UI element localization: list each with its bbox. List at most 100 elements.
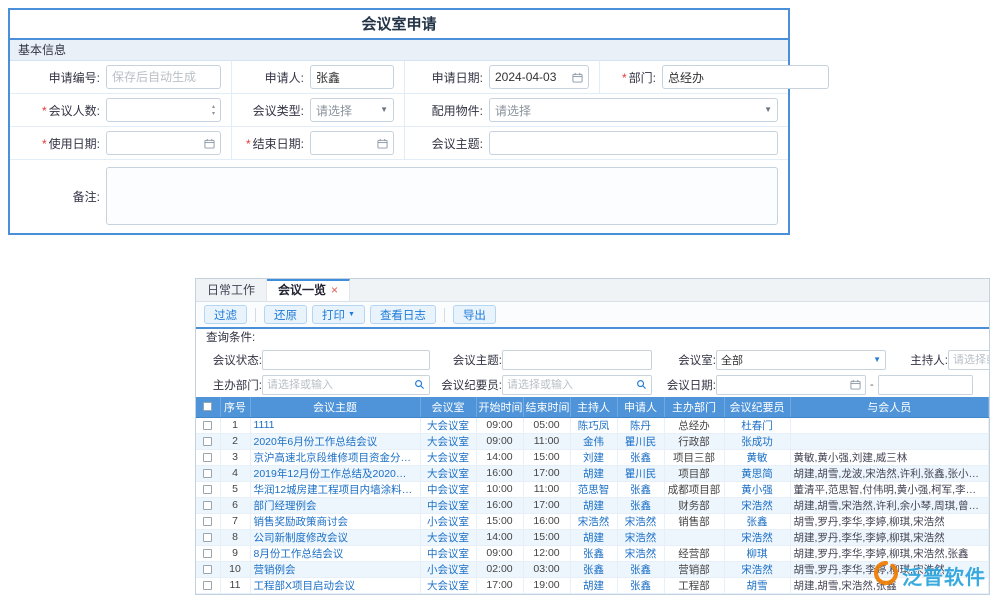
- search-icon[interactable]: [414, 379, 425, 390]
- meeting-subject-link[interactable]: 营销例会: [250, 561, 420, 577]
- meeting-subject-link[interactable]: 工程部X项目启动会议: [250, 577, 420, 593]
- export-button[interactable]: 导出: [453, 305, 496, 324]
- meeting-subject-field[interactable]: [502, 350, 652, 370]
- meeting-subject-link[interactable]: 部门第一次会议: [250, 593, 420, 595]
- column-header[interactable]: 开始时间: [476, 397, 523, 417]
- table-row[interactable]: 11111大会议室09:0005:00陈巧凤陈丹总经办杜春门: [196, 417, 989, 433]
- select-all-checkbox[interactable]: [203, 402, 212, 411]
- meeting-date-to-field[interactable]: [878, 375, 973, 395]
- department-cell: *部门:: [600, 61, 839, 93]
- search-icon[interactable]: [636, 379, 647, 390]
- host-input[interactable]: [953, 354, 990, 366]
- use-date-field[interactable]: [106, 131, 221, 155]
- subject-field[interactable]: [489, 131, 778, 155]
- meeting-date-from-input[interactable]: [721, 379, 850, 391]
- calendar-icon[interactable]: [850, 379, 861, 390]
- row-checkbox[interactable]: [203, 437, 212, 446]
- meeting-subject-link[interactable]: 1111: [250, 417, 420, 433]
- row-checkbox[interactable]: [203, 517, 212, 526]
- row-checkbox[interactable]: [203, 485, 212, 494]
- calendar-icon[interactable]: [572, 72, 583, 83]
- meeting-subject-link[interactable]: 华润12城房建工程项目内墙涂料工程投标会议: [250, 481, 420, 497]
- applicant-input[interactable]: [316, 66, 388, 88]
- tab-meeting-overview[interactable]: 会议一览×: [267, 279, 350, 301]
- host-dept-field[interactable]: [262, 375, 430, 395]
- chevron-up-icon[interactable]: ▴: [212, 104, 215, 110]
- column-header[interactable]: 主持人: [570, 397, 617, 417]
- select-all-header[interactable]: [196, 397, 220, 417]
- meeting-subject-input[interactable]: [507, 354, 647, 366]
- meeting-subject-link[interactable]: 公司新制度修改会议: [250, 529, 420, 545]
- row-checkbox[interactable]: [203, 581, 212, 590]
- meeting-date-from-field[interactable]: [716, 375, 866, 395]
- table-row[interactable]: 42019年12月份工作总结及2020年1月工作计划大会议室16:0017:00…: [196, 465, 989, 481]
- meeting-type-select[interactable]: 请选择 ▼: [310, 98, 394, 122]
- meeting-subject-link[interactable]: 2020年6月份工作总结会议: [250, 433, 420, 449]
- host-field[interactable]: [948, 350, 990, 370]
- table-row[interactable]: 3京沪高速北京段维修项目资金分配会大会议室14:0015:00刘建张鑫项目三部黄…: [196, 449, 989, 465]
- equipment-select[interactable]: 请选择 ▼: [489, 98, 778, 122]
- row-checkbox[interactable]: [203, 565, 212, 574]
- table-row[interactable]: 7销售奖励政策商讨会小会议室15:0016:00宋浩然宋浩然销售部张鑫胡雪,罗丹…: [196, 513, 989, 529]
- column-header[interactable]: 结束时间: [523, 397, 570, 417]
- row-checkbox[interactable]: [203, 549, 212, 558]
- use-date-input[interactable]: [112, 132, 204, 154]
- view-log-button[interactable]: 查看日志: [370, 305, 436, 324]
- apply-date-input[interactable]: [495, 66, 572, 88]
- filter-button[interactable]: 过滤: [204, 305, 247, 324]
- table-row[interactable]: 8公司新制度修改会议大会议室14:0015:00胡建宋浩然宋浩然胡建,罗丹,李华…: [196, 529, 989, 545]
- department-field[interactable]: [662, 65, 829, 89]
- meeting-subject-link[interactable]: 京沪高速北京段维修项目资金分配会: [250, 449, 420, 465]
- column-header[interactable]: 与会人员: [790, 397, 989, 417]
- column-header[interactable]: 会议主题: [250, 397, 420, 417]
- subject-input[interactable]: [495, 132, 772, 154]
- end-date-label: *结束日期:: [232, 135, 310, 152]
- table-row[interactable]: 98月份工作总结会议中会议室09:0012:00张鑫宋浩然经营部柳琪胡建,罗丹,…: [196, 545, 989, 561]
- column-header[interactable]: 申请人: [617, 397, 664, 417]
- column-header[interactable]: 序号: [220, 397, 250, 417]
- apply-date-field[interactable]: [489, 65, 589, 89]
- meeting-subject-link[interactable]: 销售奖励政策商讨会: [250, 513, 420, 529]
- calendar-icon[interactable]: [204, 138, 215, 149]
- meeting-status-input[interactable]: [267, 354, 425, 366]
- restore-button[interactable]: 还原: [264, 305, 307, 324]
- remark-textarea[interactable]: [106, 167, 778, 225]
- column-header[interactable]: 主办部门: [664, 397, 724, 417]
- number-stepper[interactable]: ▴▾: [212, 104, 215, 117]
- table-row[interactable]: 12部门第一次会议大会议室08:0009:00胡建张鑫工程部胡建,意燕,张鑫,小…: [196, 593, 989, 595]
- table-row[interactable]: 5华润12城房建工程项目内墙涂料工程投标会议中会议室10:0011:00范思智张…: [196, 481, 989, 497]
- row-checkbox[interactable]: [203, 501, 212, 510]
- attendee-count-field[interactable]: ▴▾: [106, 98, 221, 122]
- calendar-icon[interactable]: [377, 138, 388, 149]
- app-no-input[interactable]: [112, 66, 215, 88]
- tab-daily-work[interactable]: 日常工作: [196, 279, 267, 301]
- attendee-count-input[interactable]: [112, 99, 212, 121]
- recorder-input[interactable]: [507, 379, 636, 391]
- end-date-input[interactable]: [316, 132, 377, 154]
- table-row[interactable]: 6部门经理例会中会议室16:0017:00胡建张鑫财务部宋浩然胡建,胡雪,宋浩然…: [196, 497, 989, 513]
- meeting-subject-link[interactable]: 8月份工作总结会议: [250, 545, 420, 561]
- applicant-field[interactable]: [310, 65, 394, 89]
- meeting-status-field[interactable]: [262, 350, 430, 370]
- recorder-field[interactable]: [502, 375, 652, 395]
- column-header[interactable]: 会议纪要员: [724, 397, 790, 417]
- row-checkbox[interactable]: [203, 453, 212, 462]
- meeting-subject-link[interactable]: 2019年12月份工作总结及2020年1月工作计划: [250, 465, 420, 481]
- row-checkbox[interactable]: [203, 469, 212, 478]
- print-button[interactable]: 打印▼: [312, 305, 365, 324]
- meeting-date-to-input[interactable]: [883, 379, 968, 391]
- app-no-field[interactable]: [106, 65, 221, 89]
- host-dept-input[interactable]: [267, 379, 414, 391]
- column-header[interactable]: 会议室: [420, 397, 476, 417]
- chevron-down-icon[interactable]: ▾: [212, 111, 215, 117]
- meeting-subject-link[interactable]: 部门经理例会: [250, 497, 420, 513]
- table-row[interactable]: 11工程部X项目启动会议大会议室17:0019:00胡建张鑫工程部胡雪胡建,胡雪…: [196, 577, 989, 593]
- department-input[interactable]: [668, 66, 823, 88]
- end-date-field[interactable]: [310, 131, 394, 155]
- close-icon[interactable]: ×: [331, 283, 338, 297]
- row-checkbox[interactable]: [203, 533, 212, 542]
- row-checkbox[interactable]: [203, 421, 212, 430]
- meeting-room-select[interactable]: 全部 ▼: [716, 350, 886, 370]
- table-row[interactable]: 22020年6月份工作总结会议大会议室09:0011:00金伟瞿川民行政部张成功: [196, 433, 989, 449]
- table-row[interactable]: 10营销例会小会议室02:0003:00张鑫张鑫营销部宋浩然胡雪,罗丹,李华,李…: [196, 561, 989, 577]
